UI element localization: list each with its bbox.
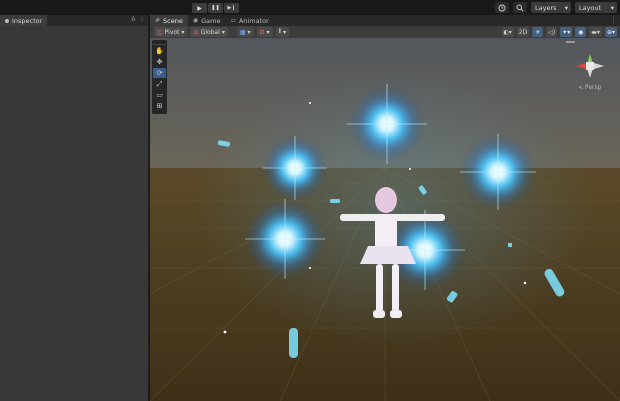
2d-label: 2D	[518, 28, 528, 36]
effects-icon: ✦▾	[562, 28, 571, 36]
chevron-down-icon: ▾	[564, 3, 568, 12]
play-icon: ▶	[197, 4, 202, 12]
global-dropdown[interactable]: ◎ Global ▾	[190, 27, 228, 37]
tab-label: Game	[201, 16, 221, 25]
grid-snap-dropdown[interactable]: ▦ ▾	[236, 27, 254, 37]
gizmos-dropdown[interactable]: ⊕▾	[604, 27, 617, 37]
move-tool-button[interactable]: ✥	[153, 57, 166, 67]
search-icon	[516, 4, 524, 12]
hand-tool-button[interactable]: ✋	[153, 46, 166, 56]
tab-animator[interactable]: ⚏ Animator	[225, 15, 273, 26]
orientation-gizmo[interactable]	[574, 50, 606, 82]
rotate-icon: ⟳	[156, 69, 163, 77]
layers-label: Layers	[535, 3, 557, 12]
more-menu-icon[interactable]: ⋮	[139, 16, 145, 23]
chevron-down-icon: ▾	[221, 28, 225, 36]
scene-icon: #	[155, 17, 161, 24]
search-button[interactable]	[513, 2, 527, 13]
rect-tool-button[interactable]: ▭	[153, 90, 166, 100]
speaker-icon: ◁)	[548, 28, 556, 36]
layout-dropdown[interactable]: Layout ▾	[575, 2, 617, 13]
camera-dropdown[interactable]: ▬▾	[589, 27, 602, 37]
light-bulb-icon: ☀	[535, 28, 541, 36]
eye-icon: ◉	[578, 28, 584, 36]
2d-toggle[interactable]: 2D	[516, 27, 530, 37]
tab-game[interactable]: ◉ Game	[188, 15, 226, 26]
shading-icon: ◐▾	[503, 28, 512, 36]
globe-icon: ◎	[193, 28, 199, 36]
gizmo-bar	[566, 41, 575, 43]
scene-panel: # Scene ◉ Game ⚏ Animator ⋮ ◫ Pivot ▾ ◎ …	[150, 15, 620, 401]
history-button[interactable]	[495, 2, 509, 13]
projection-label[interactable]: < Persp	[578, 84, 601, 91]
align-icon: ⫴	[278, 28, 282, 35]
chevron-down-icon: ▾	[266, 28, 270, 36]
scene-tab-bar: # Scene ◉ Game ⚏ Animator ⋮	[150, 15, 620, 26]
step-button[interactable]: ▶❙	[224, 3, 239, 13]
game-icon: ◉	[192, 17, 199, 24]
scene-render	[150, 38, 620, 401]
hand-icon: ✋	[155, 47, 164, 55]
play-button[interactable]: ▶	[192, 3, 207, 13]
rect-icon: ▭	[156, 91, 163, 99]
chevron-down-icon: ▾	[283, 28, 287, 36]
pivot-dropdown[interactable]: ◫ Pivot ▾	[154, 27, 188, 37]
layers-dropdown[interactable]: Layers ▾	[531, 2, 571, 13]
tab-label: Animator	[238, 16, 269, 25]
align-dropdown[interactable]: ⫴ ▾	[275, 27, 290, 37]
chevron-down-icon: ▾	[610, 3, 614, 12]
tab-inspector[interactable]: Inspector	[0, 15, 48, 26]
transform-icon: ⊞	[156, 102, 163, 110]
palette-grip[interactable]	[153, 41, 166, 45]
scale-tool-button[interactable]: ⤢	[153, 79, 166, 89]
transform-tool-button[interactable]: ⊞	[153, 101, 166, 111]
global-label: Global	[200, 28, 220, 36]
step-icon: ▶❙	[227, 5, 236, 11]
rotate-tool-button[interactable]: ⟳	[153, 68, 166, 78]
lock-icon[interactable]: ô	[131, 16, 135, 23]
shading-mode-button[interactable]: ◐▾	[501, 27, 514, 37]
main-toolbar: ▶ ❚❚ ▶❙ Layers ▾ Layout ▾	[0, 0, 620, 15]
info-icon	[5, 18, 9, 23]
snap-icon: ⊡	[259, 28, 265, 36]
tool-palette: ✋ ✥ ⟳ ⤢ ▭ ⊞	[152, 40, 167, 114]
inspector-panel: Inspector ô ⋮	[0, 15, 149, 401]
pivot-icon: ◫	[157, 28, 163, 36]
history-icon	[498, 4, 506, 11]
pause-icon: ❚❚	[211, 5, 220, 11]
chevron-down-icon: ▾	[247, 28, 251, 36]
effects-dropdown[interactable]: ✦▾	[560, 27, 573, 37]
animator-icon: ⚏	[230, 17, 236, 24]
scale-icon: ⤢	[156, 79, 163, 88]
snap-increment-dropdown[interactable]: ⊡ ▾	[256, 27, 273, 37]
inspector-tab-label: Inspector	[12, 16, 43, 25]
move-icon: ✥	[156, 58, 163, 66]
camera-icon: ▬▾	[591, 28, 600, 36]
more-menu-icon[interactable]: ⋮	[610, 16, 617, 24]
tab-scene[interactable]: # Scene	[150, 15, 188, 26]
pause-button[interactable]: ❚❚	[208, 3, 223, 13]
play-controls: ▶ ❚❚ ▶❙	[192, 3, 239, 13]
chevron-down-icon: ▾	[181, 28, 185, 36]
audio-toggle[interactable]: ◁)	[546, 27, 558, 37]
tab-label: Scene	[163, 16, 183, 25]
layout-label: Layout	[579, 3, 602, 12]
pivot-label: Pivot	[164, 28, 180, 36]
gizmos-icon: ⊕▾	[606, 28, 615, 36]
scene-toolbar: ◫ Pivot ▾ ◎ Global ▾ ▦ ▾ ⊡ ▾ ⫴ ▾ ◐▾ 2D ☀…	[150, 26, 620, 38]
grid-icon: ▦	[239, 28, 246, 36]
hidden-objects-toggle[interactable]: ◉	[575, 27, 587, 37]
scene-viewport[interactable]	[150, 38, 620, 401]
lighting-toggle[interactable]: ☀	[532, 27, 544, 37]
